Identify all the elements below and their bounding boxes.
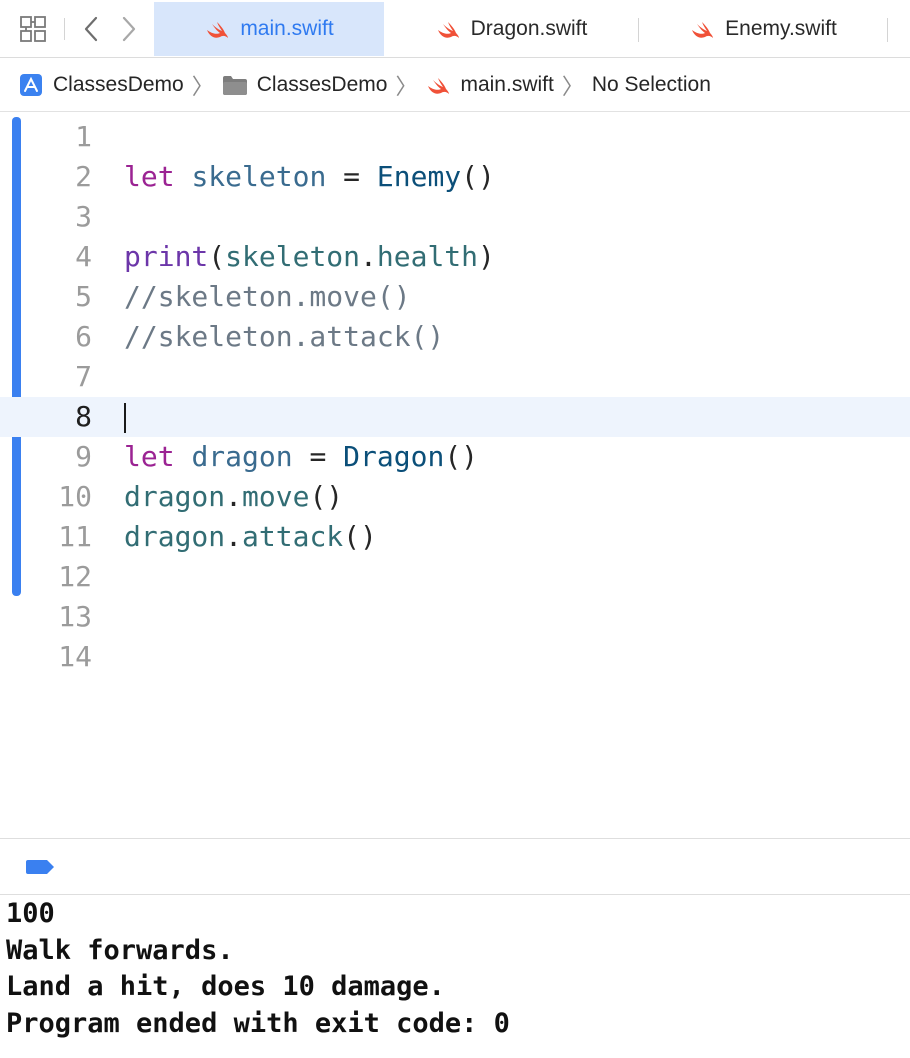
debug-bar [0,839,910,895]
line-number: 6 [75,320,92,353]
breadcrumb-file-label: main.swift [460,72,554,96]
comment-token: //skeleton.attack() [124,320,445,353]
paren-token: () [343,520,377,553]
tab-bar: main.swift Dragon.swift Enemy.swift [0,0,910,58]
line-number: 2 [75,160,92,193]
property-token: health [376,240,479,273]
identifier-token: dragon [191,440,293,473]
paren-token: () [309,480,344,513]
swift-logo-icon [437,22,459,38]
code-line[interactable]: 12 [0,557,910,597]
toolbar-separator [64,18,65,40]
tab-main-swift[interactable]: main.swift [154,2,384,56]
paren-token: ( [208,240,226,273]
method-token: attack [242,520,344,553]
code-editor[interactable]: 1 2 let skeleton = Enemy() 3 4 print(ske… [0,113,910,838]
chevron-right-icon[interactable] [116,14,142,44]
breadcrumb-project[interactable]: ClassesDemo [18,73,184,97]
console-output[interactable]: 100 Walk forwards. Land a hit, does 10 d… [6,896,906,1042]
code-line[interactable]: 2 let skeleton = Enemy() [0,157,910,197]
tab-label: main.swift [240,17,334,40]
breadcrumb-chevron-icon: 〉 [395,73,418,99]
identifier-token: dragon [124,480,226,513]
keyword-token: let [124,160,175,193]
line-number: 4 [75,240,92,273]
breadcrumb-chevron-icon: 〉 [561,73,584,99]
line-number: 8 [75,400,92,433]
code-line[interactable]: 5 //skeleton.move() [0,277,910,317]
paren-token: () [461,160,495,193]
line-number: 11 [58,520,92,553]
console-line: 100 [6,898,55,929]
type-token: Enemy [376,160,462,193]
breadcrumb-folder[interactable]: ClassesDemo [222,72,388,97]
breadcrumb-project-label: ClassesDemo [53,72,184,96]
code-line[interactable]: 14 [0,637,910,677]
line-number: 5 [75,280,92,313]
console-line: Land a hit, does 10 damage. [6,971,445,1002]
dot-token: . [225,480,243,513]
code-text: let skeleton = Enemy() [124,157,495,197]
code-line[interactable]: 10 dragon.move() [0,477,910,517]
identifier-token: dragon [124,520,226,553]
keyword-token: let [124,440,175,473]
tab-label: Dragon.swift [470,17,588,40]
console-line: Walk forwards. [6,934,234,966]
code-text: let dragon = Dragon() [124,437,478,477]
xcode-project-icon [18,73,44,97]
debug-area-pill-icon[interactable] [25,859,55,880]
method-token: move [242,480,310,513]
identifier-token: skeleton [191,160,327,193]
line-number: 1 [75,120,92,153]
code-text: dragon.move() [124,477,343,517]
folder-icon [222,73,248,97]
operator-token: = [292,440,344,473]
line-number: 12 [58,560,92,593]
breadcrumb: ClassesDemo 〉 ClassesDemo 〉 main.swift 〉… [0,58,910,112]
code-line[interactable]: 11 dragon.attack() [0,517,910,557]
code-line[interactable]: 7 [0,357,910,397]
comment-token: //skeleton.move() [124,280,411,313]
line-number: 7 [75,360,92,393]
code-line[interactable]: 1 [0,117,910,157]
line-number: 3 [75,200,92,233]
chevron-left-icon[interactable] [78,14,104,44]
text-cursor [124,403,126,433]
code-line[interactable]: 9 let dragon = Dragon() [0,437,910,477]
tab-divider [887,18,888,42]
breadcrumb-symbol[interactable]: No Selection [592,73,711,97]
line-number: 9 [75,440,92,473]
line-number: 14 [58,640,92,673]
line-number: 13 [58,600,92,633]
code-text: print(skeleton.health) [124,237,495,277]
code-text: dragon.attack() [124,517,377,557]
code-line[interactable]: 4 print(skeleton.health) [0,237,910,277]
paren-token: () [444,440,479,473]
tab-enemy-swift[interactable]: Enemy.swift [639,2,887,56]
breadcrumb-chevron-icon: 〉 [191,73,214,99]
swift-logo-icon [692,22,714,38]
type-token: Dragon [343,440,445,473]
breadcrumb-file[interactable]: main.swift [425,72,554,97]
tab-dragon-swift[interactable]: Dragon.swift [385,2,637,56]
dot-token: . [225,520,243,553]
breadcrumb-folder-label: ClassesDemo [256,72,388,96]
tab-label: Enemy.swift [725,17,837,40]
code-line[interactable]: 3 [0,197,910,237]
operator-token: = [326,160,377,193]
breadcrumb-symbol-label: No Selection [591,72,711,96]
code-line[interactable]: 6 //skeleton.attack() [0,317,910,357]
function-token: print [124,240,209,273]
console-line: Program ended with exit code: 0 [6,1007,510,1039]
dot-token: . [360,240,377,273]
line-number: 10 [58,480,92,513]
current-code-line[interactable]: 8 [0,397,910,437]
code-line[interactable]: 13 [0,597,910,637]
swift-logo-icon [207,22,229,38]
paren-token: ) [478,240,495,273]
related-items-grid-icon[interactable] [18,14,48,44]
swift-logo-icon [425,73,451,97]
identifier-token: skeleton [225,240,361,273]
